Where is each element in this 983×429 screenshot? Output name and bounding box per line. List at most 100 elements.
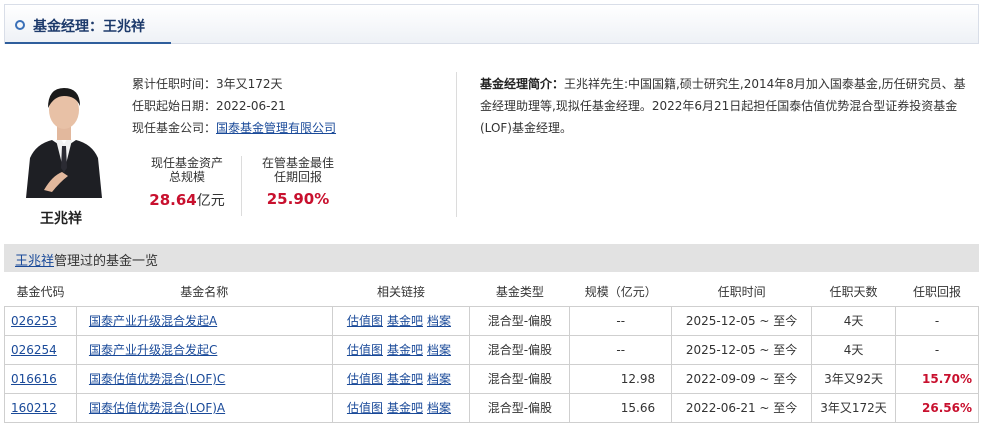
fund-name-cell: 国泰估值优势混合(LOF)C (75, 363, 333, 394)
fund-type-cell: 混合型-偏股 (469, 392, 571, 423)
fund-forum-link[interactable]: 基金吧 (387, 372, 423, 386)
stat-value-wrap: 28.64亿元 (140, 190, 234, 210)
stat-label: 在管基金最佳 (261, 156, 334, 170)
related-links-cell: 估值图 基金吧 档案 (331, 334, 471, 365)
tenure-return-cell: - (895, 305, 979, 336)
tenure-days-cell: 4天 (811, 334, 897, 365)
table-header-row: 基金代码 基金名称 相关链接 基金类型 规模（亿元） 任职时间 任职天数 任职回… (4, 278, 979, 307)
related-links-cell: 估值图 基金吧 档案 (331, 392, 471, 423)
manager-name-link[interactable]: 王兆祥 (15, 254, 54, 269)
manager-photo (22, 72, 106, 198)
fund-forum-link[interactable]: 基金吧 (387, 343, 423, 357)
tenure-period-cell: 2022-09-09 ~ 至今 (671, 363, 813, 394)
fund-type-cell: 混合型-偏股 (469, 305, 571, 336)
stat-label: 任期回报 (273, 170, 322, 184)
fund-profile-link[interactable]: 档案 (427, 314, 451, 328)
fund-profile-link[interactable]: 档案 (427, 372, 451, 386)
table-row: 026253 国泰产业升级混合发起A 估值图 基金吧 档案 混合型-偏股 -- 20… (4, 305, 979, 336)
fund-type-cell: 混合型-偏股 (469, 334, 571, 365)
stat-value: 25.90% (266, 190, 330, 208)
fund-name-link[interactable]: 国泰产业升级混合发起C (89, 343, 217, 357)
col-header-return: 任职回报 (895, 278, 979, 307)
fund-code-link[interactable]: 160212 (11, 401, 57, 415)
page-title: 基金经理：王兆祥 (33, 19, 145, 35)
section-title: 王兆祥管理过的基金一览 (15, 250, 158, 269)
info-label: 累计任职时间： (132, 77, 217, 91)
valuation-chart-link[interactable]: 估值图 (347, 314, 383, 328)
fund-name-link[interactable]: 国泰估值优势混合(LOF)A (89, 401, 225, 415)
fund-name-cell: 国泰产业升级混合发起A (75, 305, 333, 336)
fund-code-link[interactable]: 026254 (11, 343, 57, 357)
related-links-cell: 估值图 基金吧 档案 (331, 363, 471, 394)
col-header-name: 基金名称 (76, 278, 332, 307)
person-portrait-icon (22, 72, 106, 198)
col-header-size: 规模（亿元） (569, 278, 672, 307)
section-title-suffix: 管理过的基金一览 (54, 254, 159, 269)
fund-code-link[interactable]: 026253 (11, 314, 57, 328)
info-value: 3年又172天 (216, 77, 283, 91)
stat-total-assets: 现任基金资产 总规模 28.64亿元 (140, 156, 234, 210)
funds-table: 基金代码 基金名称 相关链接 基金类型 规模（亿元） 任职时间 任职天数 任职回… (4, 278, 979, 423)
tenure-period-cell: 2025-12-05 ~ 至今 (671, 305, 813, 336)
manager-name-caption: 王兆祥 (40, 211, 82, 227)
tenure-days-cell: 3年又92天 (811, 363, 897, 394)
fund-name-link[interactable]: 国泰产业升级混合发起A (89, 314, 217, 328)
table-row: 160212 国泰估值优势混合(LOF)A 估值图 基金吧 档案 混合型-偏股 15… (4, 392, 979, 423)
stat-value: 28.64 (149, 191, 197, 209)
fund-size-cell: -- (569, 334, 673, 365)
manager-intro: 基金经理简介：王兆祥先生:中国国籍,硕士研究生,2014年8月加入国泰基金,历任… (480, 73, 970, 139)
tenure-return-cell: 26.56% (895, 392, 979, 423)
tenure-period-cell: 2022-06-21 ~ 至今 (671, 392, 813, 423)
info-company: 现任基金公司：国泰基金管理有限公司 (132, 119, 336, 136)
col-header-links: 相关链接 (332, 278, 470, 307)
table-row: 016616 国泰估值优势混合(LOF)C 估值图 基金吧 档案 混合型-偏股 12… (4, 363, 979, 394)
fund-profile-link[interactable]: 档案 (427, 401, 451, 415)
fund-size-cell: 15.66 (569, 392, 673, 423)
title-underline (5, 42, 171, 44)
tenure-return-cell: - (895, 334, 979, 365)
fund-code-cell: 026253 (4, 305, 77, 336)
tenure-return-cell: 15.70% (895, 363, 979, 394)
stat-unit: 亿元 (196, 193, 225, 209)
valuation-chart-link[interactable]: 估值图 (347, 372, 383, 386)
table-row: 026254 国泰产业升级混合发起C 估值图 基金吧 档案 混合型-偏股 -- 20… (4, 334, 979, 365)
fund-name-link[interactable]: 国泰估值优势混合(LOF)C (89, 372, 225, 386)
fund-code-cell: 160212 (4, 392, 77, 423)
fund-forum-link[interactable]: 基金吧 (387, 314, 423, 328)
col-header-period: 任职时间 (671, 278, 812, 307)
info-label: 现任基金公司： (132, 121, 217, 135)
tenure-days-cell: 4天 (811, 305, 897, 336)
fund-name-cell: 国泰产业升级混合发起C (75, 334, 333, 365)
fund-size-cell: 12.98 (569, 363, 673, 394)
funds-section-header: 王兆祥管理过的基金一览 (4, 244, 979, 272)
related-links-cell: 估值图 基金吧 档案 (331, 305, 471, 336)
col-header-days: 任职天数 (811, 278, 896, 307)
section-divider (456, 72, 457, 217)
stat-label: 现任基金资产 (150, 156, 223, 170)
stat-best-return: 在管基金最佳 任期回报 25.90% (250, 156, 346, 208)
page-header: 基金经理：王兆祥 (4, 4, 979, 44)
tenure-days-cell: 3年又172天 (811, 392, 897, 423)
tenure-period-cell: 2025-12-05 ~ 至今 (671, 334, 813, 365)
stat-label: 总规模 (168, 170, 205, 184)
col-header-code: 基金代码 (4, 278, 77, 307)
fund-size-cell: -- (569, 305, 673, 336)
info-value: 2022-06-21 (216, 99, 286, 113)
intro-label: 基金经理简介： (480, 77, 565, 91)
valuation-chart-link[interactable]: 估值图 (347, 343, 383, 357)
company-link[interactable]: 国泰基金管理有限公司 (216, 121, 336, 135)
fund-code-cell: 026254 (4, 334, 77, 365)
info-label: 任职起始日期： (132, 99, 217, 113)
fund-name-cell: 国泰估值优势混合(LOF)A (75, 392, 333, 423)
fund-forum-link[interactable]: 基金吧 (387, 401, 423, 415)
info-tenure-total: 累计任职时间：3年又172天 (132, 75, 283, 92)
stat-divider (241, 156, 242, 216)
col-header-type: 基金类型 (469, 278, 570, 307)
circle-bullet-icon (15, 20, 25, 30)
fund-code-link[interactable]: 016616 (11, 372, 57, 386)
info-start-date: 任职起始日期：2022-06-21 (132, 97, 286, 114)
valuation-chart-link[interactable]: 估值图 (347, 401, 383, 415)
fund-type-cell: 混合型-偏股 (469, 363, 571, 394)
fund-code-cell: 016616 (4, 363, 77, 394)
fund-profile-link[interactable]: 档案 (427, 343, 451, 357)
